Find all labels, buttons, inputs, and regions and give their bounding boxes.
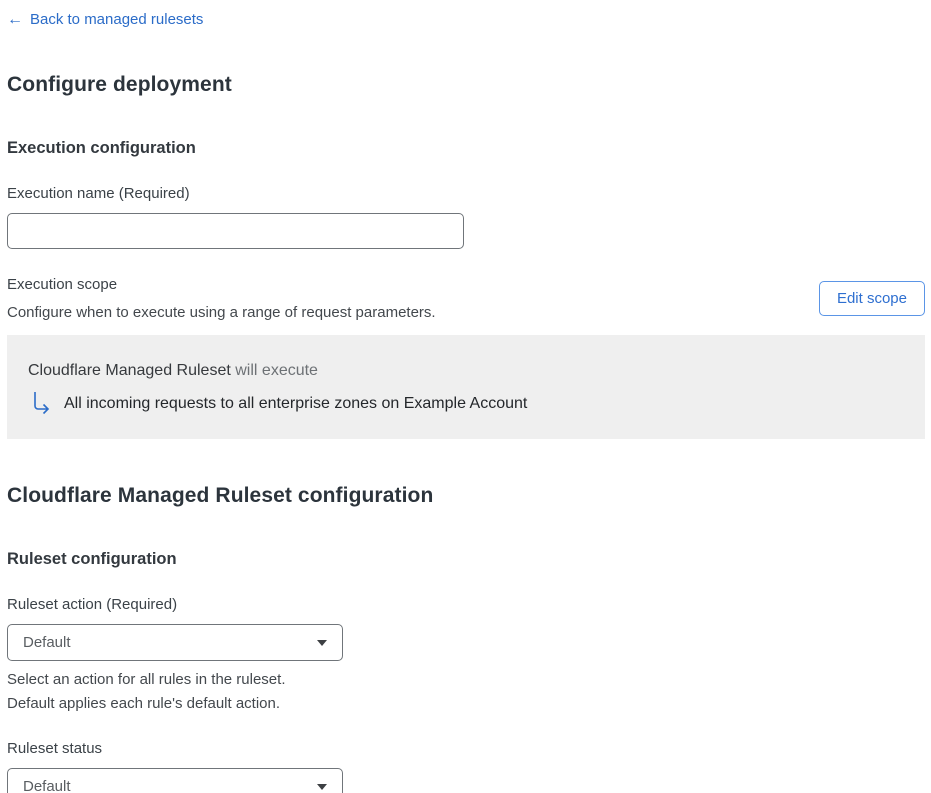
ruleset-status-value: Default — [23, 778, 71, 793]
ruleset-name-text: Cloudflare Managed Ruleset — [28, 362, 231, 379]
execution-scope-text: Execution scope Configure when to execut… — [7, 275, 436, 322]
execution-summary-scope: All incoming requests to all enterprise … — [30, 392, 904, 415]
execution-scope-row: Execution scope Configure when to execut… — [7, 275, 925, 322]
execution-name-label: Execution name (Required) — [7, 185, 190, 202]
elbow-arrow-icon — [34, 392, 50, 415]
ruleset-action-select[interactable]: Default — [7, 624, 343, 661]
back-to-managed-rulesets-link[interactable]: ← Back to managed rulesets — [7, 10, 203, 29]
chevron-down-icon — [317, 639, 327, 646]
scope-value-text: All incoming requests to all enterprise … — [64, 395, 528, 412]
execution-scope-description: Configure when to execute using a range … — [7, 304, 436, 321]
ruleset-status-label: Ruleset status — [7, 740, 103, 757]
ruleset-action-help-2: Default applies each rule's default acti… — [7, 695, 281, 712]
execution-configuration-heading: Execution configuration — [7, 139, 196, 157]
ruleset-action-help-1: Select an action for all rules in the ru… — [7, 671, 286, 688]
back-link-label: Back to managed rulesets — [30, 11, 204, 28]
execution-scope-label: Execution scope — [7, 276, 118, 293]
edit-scope-button[interactable]: Edit scope — [818, 281, 925, 316]
configure-deployment-page: ← Back to managed rulesets Configure dep… — [0, 0, 931, 793]
will-execute-text: will execute — [235, 362, 318, 379]
page-title: Configure deployment — [7, 73, 232, 96]
ruleset-action-value: Default — [23, 634, 71, 651]
back-arrow-icon: ← — [7, 10, 23, 28]
ruleset-status-select[interactable]: Default — [7, 768, 343, 793]
execution-summary-headline: Cloudflare Managed Ruleset will execute — [28, 360, 904, 381]
execution-name-input[interactable] — [7, 213, 464, 249]
ruleset-configuration-title: Cloudflare Managed Ruleset configuration — [7, 484, 434, 507]
execution-summary-panel: Cloudflare Managed Ruleset will execute … — [7, 335, 925, 439]
chevron-down-icon — [317, 783, 327, 790]
ruleset-configuration-subheading: Ruleset configuration — [7, 550, 177, 568]
ruleset-action-label: Ruleset action (Required) — [7, 596, 178, 613]
